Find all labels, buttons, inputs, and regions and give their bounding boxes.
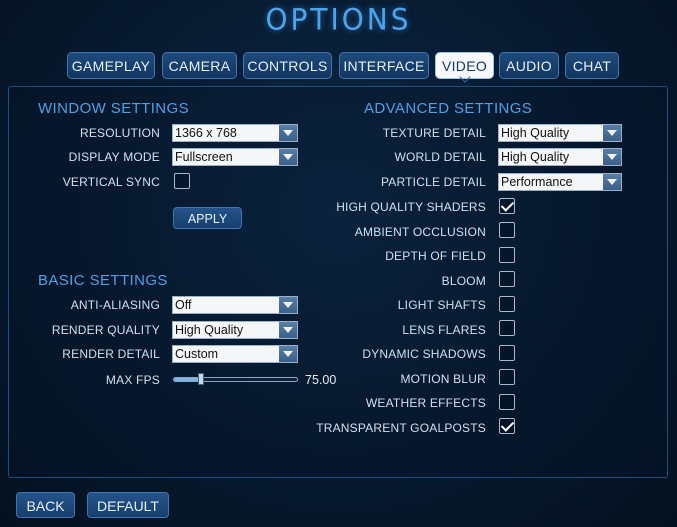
lens-flares-label: LENS FLARES xyxy=(402,323,486,337)
dropdown-arrow-icon xyxy=(603,125,621,141)
anti-aliasing-dropdown[interactable]: Off xyxy=(172,296,298,314)
display-mode-dropdown[interactable]: Fullscreen xyxy=(172,148,298,166)
lens-flares-checkbox[interactable] xyxy=(499,320,515,336)
tab-bar: GAMEPLAY CAMERA CONTROLS INTERFACE VIDEO… xyxy=(0,52,677,83)
texture-detail-value: High Quality xyxy=(501,126,570,140)
tab-camera[interactable]: CAMERA xyxy=(162,52,237,79)
display-mode-label: DISPLAY MODE xyxy=(68,150,160,164)
ambient-occlusion-checkbox[interactable] xyxy=(499,222,515,238)
apply-button[interactable]: APPLY xyxy=(173,207,242,229)
dropdown-arrow-icon xyxy=(279,322,297,338)
max-fps-slider-fill xyxy=(174,378,201,381)
resolution-dropdown[interactable]: 1366 x 768 xyxy=(172,124,298,142)
depth-of-field-checkbox[interactable] xyxy=(499,247,515,263)
ambient-occlusion-label: AMBIENT OCCLUSION xyxy=(354,225,486,239)
light-shafts-label: LIGHT SHAFTS xyxy=(397,298,486,312)
bloom-label: BLOOM xyxy=(441,274,486,288)
vsync-checkbox[interactable] xyxy=(174,173,190,189)
weather-effects-checkbox[interactable] xyxy=(499,394,515,410)
render-detail-label: RENDER DETAIL xyxy=(62,347,160,361)
dynamic-shadows-checkbox[interactable] xyxy=(499,345,515,361)
hq-shaders-checkbox[interactable] xyxy=(499,198,515,214)
bloom-checkbox[interactable] xyxy=(499,271,515,287)
tab-interface[interactable]: INTERFACE xyxy=(339,52,429,79)
dropdown-arrow-icon xyxy=(279,149,297,165)
advanced-settings-heading: ADVANCED SETTINGS xyxy=(364,100,533,117)
motion-blur-checkbox[interactable] xyxy=(499,369,515,385)
particle-detail-label: PARTICLE DETAIL xyxy=(380,175,486,189)
checkmark-icon xyxy=(500,198,515,212)
hq-shaders-label: HIGH QUALITY SHADERS xyxy=(336,200,486,214)
render-detail-dropdown[interactable]: Custom xyxy=(172,345,298,363)
tab-video[interactable]: VIDEO xyxy=(435,52,494,83)
transparent-goalposts-label: TRANSPARENT GOALPOSTS xyxy=(316,421,486,435)
light-shafts-checkbox[interactable] xyxy=(499,296,515,312)
max-fps-slider-thumb[interactable] xyxy=(198,373,204,385)
dropdown-arrow-icon xyxy=(279,297,297,313)
resolution-label: RESOLUTION xyxy=(79,126,160,140)
world-detail-label: WORLD DETAIL xyxy=(394,150,486,164)
world-detail-value: High Quality xyxy=(501,150,570,164)
anti-aliasing-value: Off xyxy=(175,298,192,312)
anti-aliasing-label: ANTI-ALIASING xyxy=(70,298,160,312)
texture-detail-label: TEXTURE DETAIL xyxy=(382,126,486,140)
depth-of-field-label: DEPTH OF FIELD xyxy=(385,249,486,263)
tab-controls[interactable]: CONTROLS xyxy=(243,52,332,79)
tab-audio[interactable]: AUDIO xyxy=(499,52,559,79)
dropdown-arrow-icon xyxy=(279,125,297,141)
basic-settings-heading: BASIC SETTINGS xyxy=(38,272,168,289)
render-detail-value: Custom xyxy=(175,347,219,361)
transparent-goalposts-checkbox[interactable] xyxy=(499,418,515,434)
render-quality-value: High Quality xyxy=(175,323,244,337)
weather-effects-label: WEATHER EFFECTS xyxy=(365,396,486,410)
tab-chat[interactable]: CHAT xyxy=(565,52,619,79)
dropdown-arrow-icon xyxy=(603,149,621,165)
default-button[interactable]: DEFAULT xyxy=(87,492,169,518)
resolution-value: 1366 x 768 xyxy=(175,126,237,140)
render-quality-label: RENDER QUALITY xyxy=(51,323,160,337)
dropdown-arrow-icon xyxy=(603,174,621,190)
max-fps-slider[interactable] xyxy=(173,377,298,382)
texture-detail-dropdown[interactable]: High Quality xyxy=(498,124,622,142)
back-button[interactable]: BACK xyxy=(16,492,75,518)
particle-detail-dropdown[interactable]: Performance xyxy=(498,173,622,191)
motion-blur-label: MOTION BLUR xyxy=(400,372,486,386)
particle-detail-value: Performance xyxy=(501,175,573,189)
dynamic-shadows-label: DYNAMIC SHADOWS xyxy=(362,347,486,361)
display-mode-value: Fullscreen xyxy=(175,150,233,164)
vsync-label: VERTICAL SYNC xyxy=(62,175,160,189)
window-settings-heading: WINDOW SETTINGS xyxy=(38,100,189,117)
dropdown-arrow-icon xyxy=(279,346,297,362)
page-title: OPTIONS xyxy=(265,2,412,37)
render-quality-dropdown[interactable]: High Quality xyxy=(172,321,298,339)
tab-gameplay[interactable]: GAMEPLAY xyxy=(67,52,155,79)
max-fps-label: MAX FPS xyxy=(105,373,160,387)
world-detail-dropdown[interactable]: High Quality xyxy=(498,148,622,166)
checkmark-icon xyxy=(500,418,515,432)
